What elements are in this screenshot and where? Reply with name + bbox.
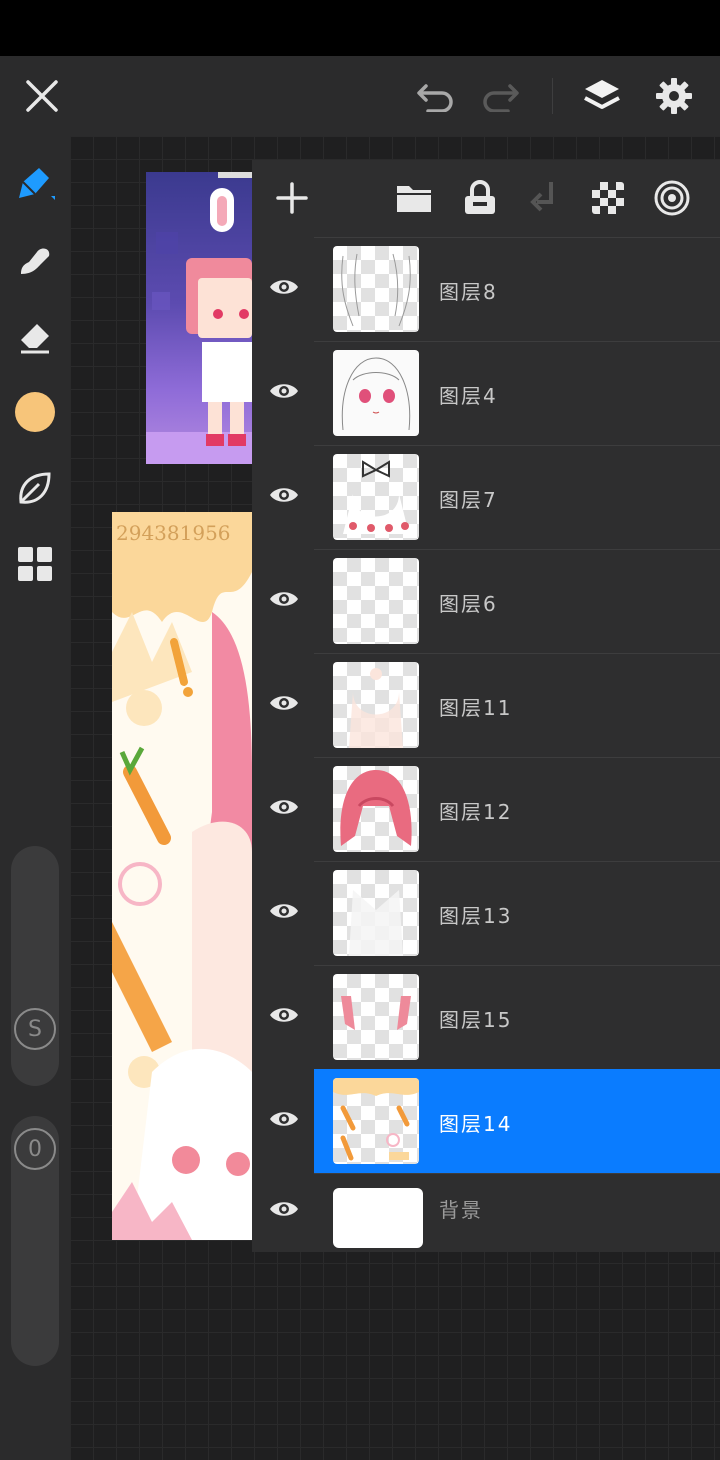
layer-row[interactable]: 图层11: [252, 653, 720, 757]
layer-name: 图层11: [439, 696, 513, 720]
toolbar-divider: [552, 78, 553, 114]
transparency-icon[interactable]: [584, 174, 632, 222]
layer-name: 图层6: [439, 592, 498, 616]
layers-panel-toolbar: [252, 160, 720, 236]
layer-thumbnail: [333, 974, 419, 1060]
visibility-eye-icon[interactable]: [262, 265, 306, 309]
redo-icon[interactable]: [476, 72, 524, 120]
layer-content[interactable]: 背景: [314, 1173, 720, 1253]
layer-content[interactable]: 图层4: [314, 341, 720, 445]
leaf-brush-icon[interactable]: [11, 464, 59, 512]
watermark-text: 294381956: [116, 521, 231, 545]
layer-name: 图层15: [439, 1008, 513, 1032]
layer-content[interactable]: 图层15: [314, 965, 720, 1069]
layer-content[interactable]: 图层13: [314, 861, 720, 965]
visibility-eye-icon[interactable]: [262, 993, 306, 1037]
top-toolbar: [0, 56, 720, 136]
layer-content[interactable]: 图层6: [314, 549, 720, 653]
status-bar: [0, 0, 720, 56]
visibility-eye-icon[interactable]: [262, 681, 306, 725]
visibility-eye-icon[interactable]: [262, 889, 306, 933]
merge-down-icon[interactable]: [520, 174, 568, 222]
visibility-eye-icon[interactable]: [262, 1187, 306, 1231]
visibility-eye-icon[interactable]: [262, 473, 306, 517]
pen-tool-icon[interactable]: [11, 160, 59, 208]
layer-name: 图层4: [439, 384, 498, 408]
layer-row[interactable]: 图层13: [252, 861, 720, 965]
grid-tool-icon[interactable]: [11, 540, 59, 588]
layer-row[interactable]: 图层8: [252, 237, 720, 341]
visibility-eye-icon[interactable]: [262, 785, 306, 829]
target-icon[interactable]: [648, 174, 696, 222]
visibility-eye-icon[interactable]: [262, 369, 306, 413]
smudge-tool-icon[interactable]: [11, 236, 59, 284]
add-layer-icon[interactable]: [268, 174, 316, 222]
layer-name: 图层13: [439, 904, 513, 928]
layer-name: 图层12: [439, 800, 513, 824]
layer-content[interactable]: 图层8: [314, 237, 720, 341]
layer-name: 背景: [439, 1198, 483, 1222]
color-swatch[interactable]: [11, 388, 59, 436]
layers-icon[interactable]: [578, 72, 626, 120]
layer-thumbnail: [333, 1078, 419, 1164]
eraser-tool-icon[interactable]: [11, 312, 59, 360]
size-badge: S: [14, 1008, 56, 1050]
layer-row-selected[interactable]: 图层14: [252, 1069, 720, 1173]
layer-row[interactable]: 图层7: [252, 445, 720, 549]
brush-size-slider[interactable]: [11, 846, 59, 1086]
layer-content[interactable]: 图层11: [314, 653, 720, 757]
layer-thumbnail: [333, 454, 419, 540]
left-toolbar: S 0: [0, 136, 70, 1460]
layer-row[interactable]: 图层4: [252, 341, 720, 445]
layer-thumbnail: [333, 246, 419, 332]
layer-content[interactable]: 图层7: [314, 445, 720, 549]
layer-thumbnail: [333, 870, 419, 956]
layer-name: 图层8: [439, 280, 498, 304]
artwork-preview-bottom: 294381956: [112, 512, 252, 1240]
layer-row[interactable]: 图层6: [252, 549, 720, 653]
background-layer-row[interactable]: 背景: [252, 1173, 720, 1253]
layer-content[interactable]: 图层12: [314, 757, 720, 861]
opacity-badge: 0: [14, 1128, 56, 1170]
layer-thumbnail: [333, 766, 419, 852]
layer-thumbnail: [333, 558, 419, 644]
layer-thumbnail: [333, 662, 419, 748]
settings-icon[interactable]: [650, 72, 698, 120]
layers-panel: 图层8 图层4 图层7 图层6 图层11 图层12 图层13 图层15 图层14…: [252, 160, 720, 1252]
layer-content[interactable]: 图层14: [314, 1069, 720, 1173]
lock-icon[interactable]: [456, 174, 504, 222]
background-color-thumbnail[interactable]: [333, 1188, 423, 1248]
layer-row[interactable]: 图层15: [252, 965, 720, 1069]
artwork-preview-top: [146, 172, 252, 464]
layer-name: 图层7: [439, 488, 498, 512]
visibility-eye-icon[interactable]: [262, 577, 306, 621]
layer-row[interactable]: 图层12: [252, 757, 720, 861]
close-icon[interactable]: [18, 72, 66, 120]
visibility-eye-icon[interactable]: [262, 1097, 306, 1141]
layer-thumbnail: [333, 350, 419, 436]
layer-name: 图层14: [439, 1112, 513, 1136]
undo-icon[interactable]: [412, 72, 460, 120]
folder-icon[interactable]: [390, 174, 438, 222]
